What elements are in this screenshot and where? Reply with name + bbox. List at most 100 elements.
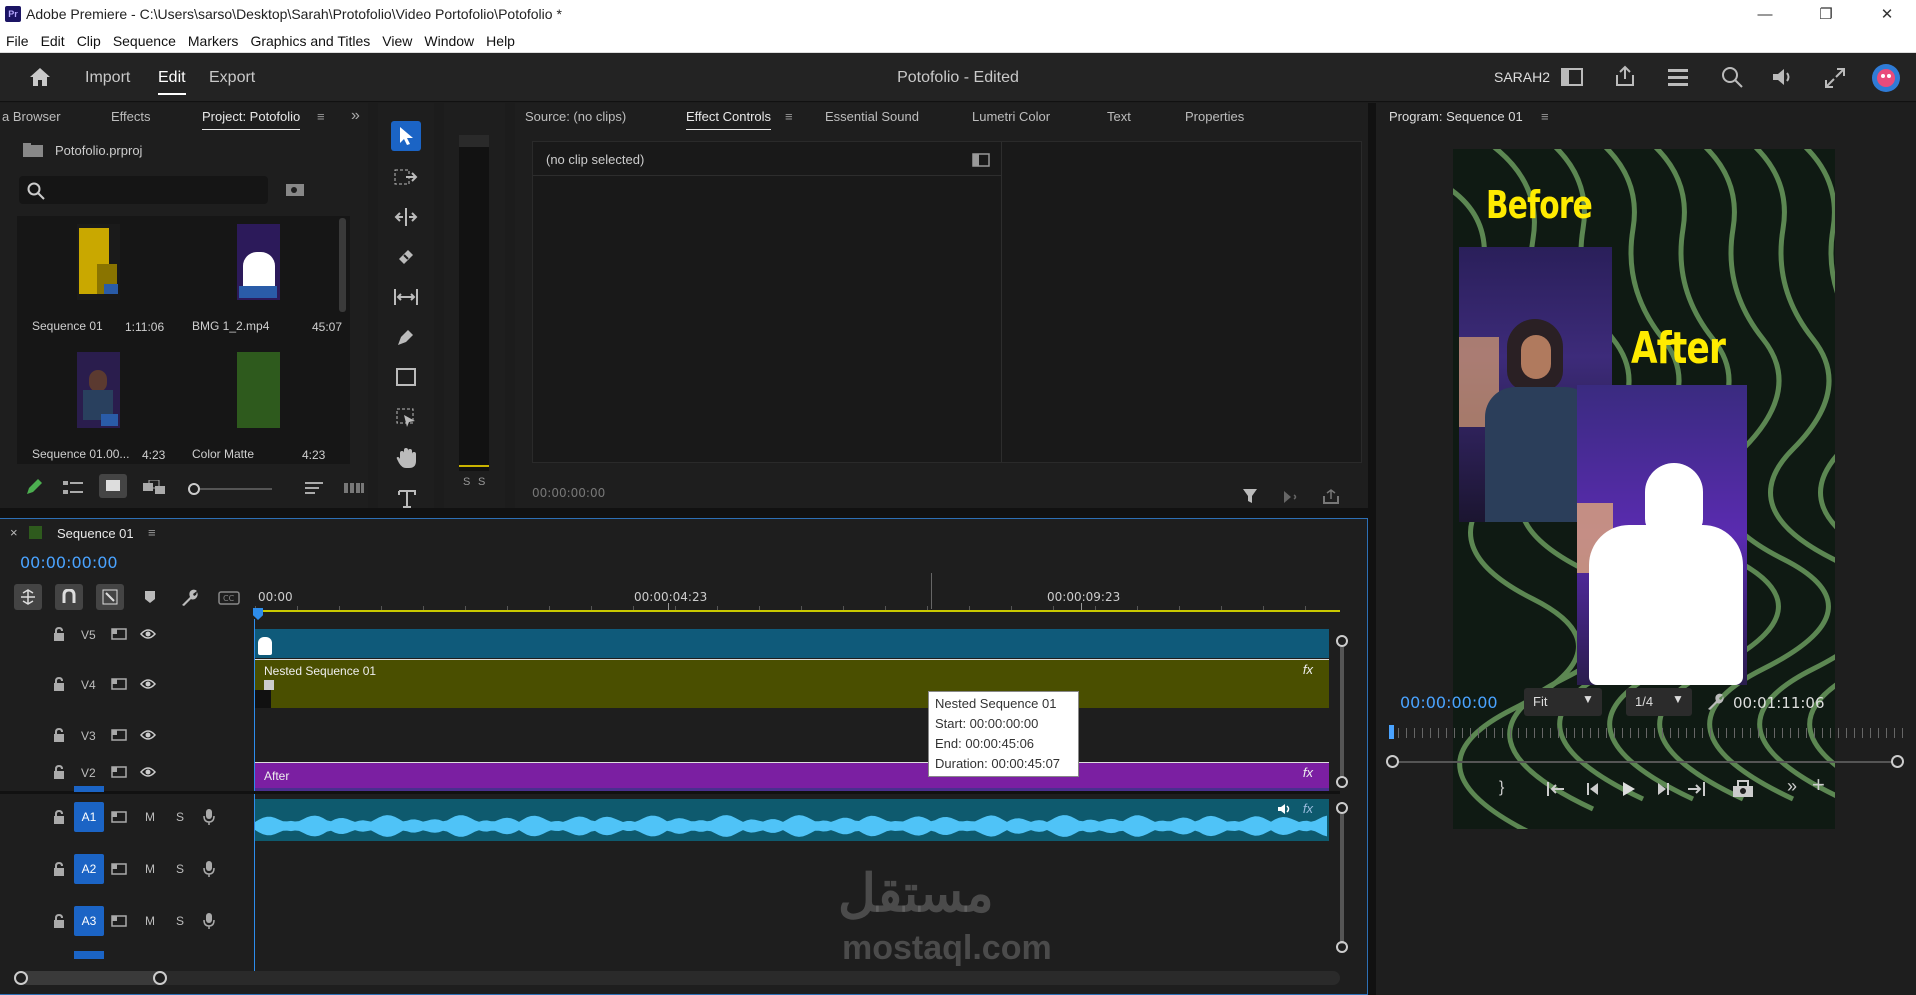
progress-icon[interactable] bbox=[1667, 67, 1689, 87]
pen-icon[interactable] bbox=[396, 327, 416, 347]
razor-icon[interactable] bbox=[396, 247, 416, 267]
program-timecode[interactable]: 00:00:00:00 bbox=[1400, 693, 1498, 712]
video-scrollbar[interactable] bbox=[1336, 635, 1348, 795]
marker-icon[interactable] bbox=[144, 590, 156, 604]
tab-essential-sound[interactable]: Essential Sound bbox=[825, 109, 919, 124]
pencil-icon[interactable] bbox=[25, 478, 43, 496]
fullscreen-icon[interactable] bbox=[1824, 67, 1846, 89]
maximize-button[interactable]: ❐ bbox=[1803, 0, 1849, 29]
timeline-timecode[interactable]: 00:00:00:00 bbox=[20, 553, 118, 572]
tab-text[interactable]: Text bbox=[1107, 109, 1131, 124]
search-input[interactable] bbox=[19, 176, 268, 204]
play-audio-icon[interactable] bbox=[1283, 490, 1301, 504]
step-forward-icon[interactable] bbox=[1654, 782, 1670, 796]
panel-divider[interactable] bbox=[0, 508, 1376, 518]
timeline-zoom-scroll[interactable] bbox=[14, 971, 1340, 985]
solo-right[interactable]: S bbox=[478, 476, 485, 488]
menu-window[interactable]: Window bbox=[418, 29, 480, 49]
workspace-export[interactable]: Export bbox=[209, 69, 255, 87]
tab-effect-controls[interactable]: Effect Controls bbox=[686, 109, 772, 130]
workspace-edit[interactable]: Edit bbox=[158, 69, 186, 95]
menu-file[interactable]: File bbox=[0, 29, 35, 49]
export-frame-icon[interactable] bbox=[1732, 780, 1754, 798]
menu-edit[interactable]: Edit bbox=[35, 29, 71, 49]
lock-icon[interactable] bbox=[53, 765, 65, 779]
sequence-tab[interactable]: Sequence 01 bbox=[57, 526, 134, 541]
step-back-icon[interactable] bbox=[1586, 782, 1602, 796]
close-button[interactable]: ✕ bbox=[1864, 0, 1910, 29]
track-select-icon[interactable] bbox=[394, 167, 418, 187]
close-sequence-icon[interactable]: × bbox=[10, 525, 18, 540]
panel-menu-icon[interactable]: ≡ bbox=[317, 109, 325, 124]
share-icon[interactable] bbox=[1614, 65, 1636, 87]
bin-scrollbar[interactable] bbox=[339, 218, 346, 312]
wrench-icon[interactable] bbox=[1706, 693, 1724, 711]
list-view-icon[interactable] bbox=[63, 480, 83, 496]
add-button-icon[interactable]: + bbox=[1812, 772, 1825, 798]
sync-lock-icon[interactable] bbox=[111, 811, 127, 823]
panel-menu-icon[interactable]: ≡ bbox=[148, 525, 156, 540]
eye-icon[interactable] bbox=[140, 766, 156, 778]
track-label[interactable]: A3 bbox=[74, 906, 104, 936]
menu-markers[interactable]: Markers bbox=[182, 29, 245, 49]
track-label[interactable]: V4 bbox=[81, 678, 96, 692]
audio-scrollbar[interactable] bbox=[1336, 802, 1348, 962]
lock-icon[interactable] bbox=[53, 914, 65, 928]
settings-wrench-icon[interactable] bbox=[180, 589, 198, 607]
fx-badge[interactable]: fx bbox=[1303, 662, 1313, 677]
export-icon[interactable] bbox=[1322, 489, 1340, 505]
zoom-slider[interactable] bbox=[200, 488, 272, 490]
play-icon[interactable] bbox=[1621, 781, 1637, 797]
eye-icon[interactable] bbox=[140, 729, 156, 741]
fit-dropdown[interactable]: Fit ▼ bbox=[1524, 688, 1602, 716]
thumbnail-color-matte[interactable] bbox=[237, 352, 280, 428]
home-icon[interactable] bbox=[29, 67, 51, 87]
go-to-in-icon[interactable] bbox=[1546, 781, 1566, 797]
automate-sequence-icon[interactable] bbox=[344, 481, 364, 495]
tab-lumetri-color[interactable]: Lumetri Color bbox=[972, 109, 1050, 124]
thumbnail-sequence-01[interactable] bbox=[77, 224, 120, 300]
linked-selection-button[interactable] bbox=[96, 584, 124, 610]
workspace-import[interactable]: Import bbox=[85, 69, 130, 87]
zoom-left-handle[interactable] bbox=[14, 971, 28, 985]
zoom-right-handle[interactable] bbox=[153, 971, 167, 985]
menu-graphics-titles[interactable]: Graphics and Titles bbox=[244, 29, 376, 49]
sync-lock-icon[interactable] bbox=[111, 729, 127, 741]
track-label[interactable]: A1 bbox=[74, 802, 104, 832]
panel-layout-icon[interactable] bbox=[1561, 68, 1583, 86]
thumbnail-bmg[interactable] bbox=[237, 224, 280, 300]
lock-icon[interactable] bbox=[53, 677, 65, 691]
go-to-out-icon[interactable] bbox=[1686, 781, 1706, 797]
program-playhead[interactable] bbox=[1389, 725, 1394, 739]
quick-search-icon[interactable] bbox=[1720, 65, 1744, 89]
resolution-dropdown[interactable]: 1/4 ▼ bbox=[1626, 688, 1692, 716]
tab-properties[interactable]: Properties bbox=[1185, 109, 1244, 124]
hand-marquee-icon[interactable] bbox=[395, 407, 417, 427]
zoom-slider-handle[interactable] bbox=[188, 483, 200, 495]
tab-project[interactable]: Project: Potofolio bbox=[202, 109, 301, 130]
program-zoom-bar[interactable] bbox=[1390, 761, 1900, 763]
menu-view[interactable]: View bbox=[376, 29, 418, 49]
hand-icon[interactable] bbox=[395, 447, 417, 469]
snap-button[interactable] bbox=[55, 584, 83, 610]
program-ruler[interactable] bbox=[1390, 728, 1906, 738]
ripple-edit-icon[interactable] bbox=[394, 207, 418, 227]
lock-icon[interactable] bbox=[53, 810, 65, 824]
sync-lock-icon[interactable] bbox=[111, 628, 127, 640]
microphone-icon[interactable] bbox=[203, 912, 215, 930]
sync-lock-icon[interactable] bbox=[111, 915, 127, 927]
tab-media-browser[interactable]: a Browser bbox=[2, 109, 61, 124]
captions-icon[interactable]: CC bbox=[218, 591, 240, 605]
zoom-handle-left[interactable] bbox=[1386, 755, 1399, 768]
freeform-view-icon[interactable] bbox=[143, 480, 165, 496]
sync-lock-icon[interactable] bbox=[111, 863, 127, 875]
panel-divider[interactable] bbox=[1368, 103, 1376, 995]
track-label[interactable]: V3 bbox=[81, 729, 96, 743]
solo-button[interactable]: S bbox=[176, 810, 184, 824]
sync-lock-icon[interactable] bbox=[111, 766, 127, 778]
solo-left[interactable]: S bbox=[463, 476, 470, 488]
lock-icon[interactable] bbox=[53, 728, 65, 742]
tab-effects[interactable]: Effects bbox=[111, 109, 151, 124]
mute-button[interactable]: M bbox=[145, 810, 155, 824]
eye-icon[interactable] bbox=[140, 678, 156, 690]
